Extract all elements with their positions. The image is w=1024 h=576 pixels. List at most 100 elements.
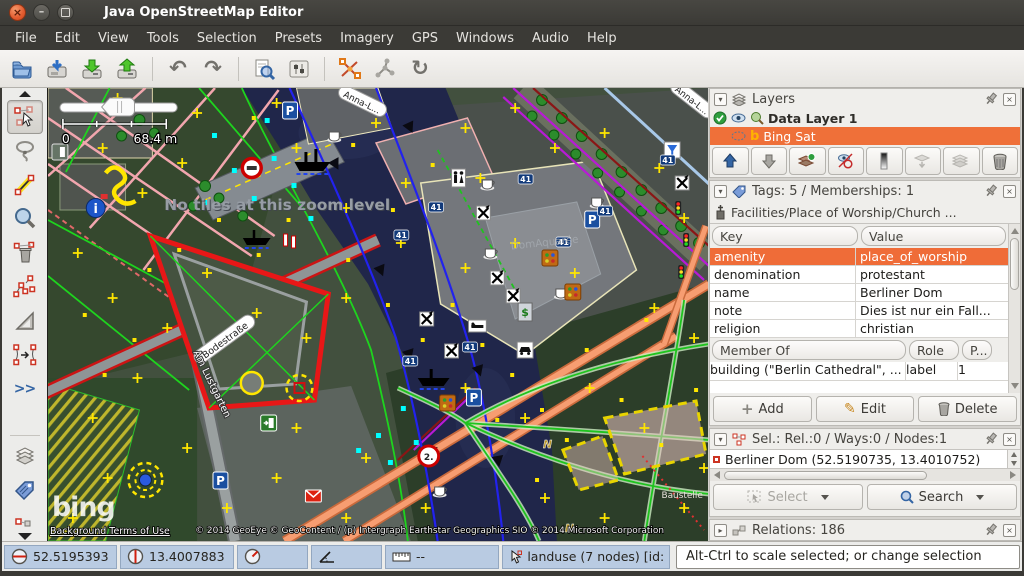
select-button[interactable]: Select	[713, 484, 863, 510]
open-file-icon[interactable]	[6, 53, 38, 85]
hidden-eye-icon[interactable]	[731, 130, 746, 142]
construction-label: Baustelle	[661, 491, 703, 501]
tool-select[interactable]	[7, 100, 43, 134]
download-icon[interactable]	[76, 53, 108, 85]
position-header[interactable]: P...	[962, 340, 992, 360]
menu-selection[interactable]: Selection	[188, 28, 266, 49]
tool-split-way[interactable]	[7, 270, 43, 304]
menu-audio[interactable]: Audio	[523, 28, 578, 49]
layer-row-data[interactable]: Data Layer 1	[710, 109, 1020, 127]
longitude-field: 13.4007883	[120, 545, 234, 569]
scroll-down-icon[interactable]	[18, 533, 32, 540]
add-tag-button[interactable]: Add	[713, 396, 812, 422]
tool-zoom[interactable]	[7, 202, 43, 236]
search-icon[interactable]	[248, 53, 280, 85]
tool-lasso[interactable]	[7, 134, 43, 168]
menu-file[interactable]: File	[6, 28, 46, 49]
split-way-icon[interactable]	[334, 53, 366, 85]
selection-list-item[interactable]: Berliner Dom (52.5190735, 13.4010752)	[710, 449, 1020, 468]
menu-presets[interactable]: Presets	[266, 28, 331, 49]
menu-help[interactable]: Help	[578, 28, 626, 49]
toggle-layers-panel[interactable]	[7, 439, 43, 473]
layer-merge-button[interactable]	[905, 147, 942, 175]
layer-up-button[interactable]	[712, 147, 749, 175]
layer-visibility-button[interactable]	[828, 147, 865, 175]
tag-row[interactable]: noteDies ist nur ein Fall...	[710, 302, 1008, 320]
layer-delete-button[interactable]	[982, 147, 1019, 175]
menu-gps[interactable]: GPS	[403, 28, 447, 49]
horizontal-scrollbar[interactable]	[710, 468, 1020, 481]
svg-text:No tiles at this zoom level: No tiles at this zoom level	[164, 196, 390, 214]
maximize-icon[interactable]	[57, 4, 74, 21]
svg-text:41: 41	[600, 207, 611, 216]
heading-icon	[244, 548, 261, 565]
menu-edit[interactable]: Edit	[46, 28, 89, 49]
layer-row-bing[interactable]: b Bing Sat	[710, 127, 1020, 145]
list-spinner[interactable]	[1007, 450, 1020, 468]
preferences-icon[interactable]	[283, 53, 315, 85]
tool-delete[interactable]	[7, 236, 43, 270]
undo-icon[interactable]	[162, 53, 194, 85]
no-entry-sign-icon	[242, 159, 261, 178]
titlebar[interactable]: Java OpenStreetMap Editor	[0, 0, 1024, 26]
tags-panel-title: Tags: 5 / Memberships: 1	[752, 184, 979, 199]
combine-way-icon[interactable]	[369, 53, 401, 85]
scroll-up-icon[interactable]	[19, 91, 31, 97]
edit-tag-button[interactable]: Edit	[816, 396, 915, 422]
map-canvas[interactable]: i 2. P P P P	[47, 88, 708, 541]
svg-text:68.4 m: 68.4 m	[133, 131, 177, 146]
menu-imagery[interactable]: Imagery	[331, 28, 403, 49]
preset-row[interactable]: Facilities/Place of Worship/Church ...	[710, 201, 1020, 223]
menu-windows[interactable]: Windows	[447, 28, 523, 49]
layer-name: Bing Sat	[763, 129, 815, 144]
tool-more[interactable]: >>	[7, 372, 43, 406]
pin-icon[interactable]	[984, 523, 998, 537]
minimize-icon[interactable]	[33, 4, 50, 21]
collapse-icon[interactable]: ▾	[714, 185, 727, 198]
close-panel-icon[interactable]: ×	[1003, 524, 1016, 537]
tag-row[interactable]: religionchristian	[710, 320, 1008, 338]
layer-duplicate-button[interactable]	[943, 147, 980, 175]
church-icon	[715, 205, 726, 220]
close-panel-icon[interactable]: ×	[1003, 185, 1016, 198]
upload-icon[interactable]	[111, 53, 143, 85]
close-panel-icon[interactable]: ×	[1003, 93, 1016, 106]
angle-field	[311, 545, 382, 569]
expand-icon[interactable]: ▸	[714, 524, 727, 537]
visible-eye-icon[interactable]	[731, 112, 746, 124]
pin-icon[interactable]	[984, 184, 998, 198]
toggle-tags-panel[interactable]	[7, 473, 43, 507]
hotel-icon	[468, 320, 486, 332]
tool-angle[interactable]	[7, 304, 43, 338]
delete-tag-button[interactable]: Delete	[918, 396, 1017, 422]
update-data-icon[interactable]	[41, 53, 73, 85]
layer-activate-button[interactable]	[789, 147, 826, 175]
layer-opacity-button[interactable]	[866, 147, 903, 175]
collapse-icon[interactable]: ▾	[714, 433, 727, 446]
membership-row[interactable]: building ("Berlin Cathedral", ... label …	[710, 362, 1008, 381]
pin-icon[interactable]	[984, 92, 998, 106]
value-column-header[interactable]: Value	[861, 226, 1006, 246]
layer-down-button[interactable]	[751, 147, 788, 175]
role-header[interactable]: Role	[909, 340, 959, 360]
key-column-header[interactable]: Key	[712, 226, 858, 246]
menu-view[interactable]: View	[89, 28, 138, 49]
refresh-icon[interactable]	[404, 53, 436, 85]
tool-merge-nodes[interactable]	[7, 338, 43, 372]
close-icon[interactable]	[9, 4, 26, 21]
member-of-header[interactable]: Member Of	[712, 340, 906, 360]
tag-row[interactable]: nameBerliner Dom	[710, 284, 1008, 302]
vertical-scrollbar[interactable]	[1008, 224, 1020, 393]
trash-icon	[938, 402, 950, 416]
redo-icon[interactable]	[197, 53, 229, 85]
collapse-icon[interactable]: ▾	[714, 93, 727, 106]
svg-text:P: P	[216, 474, 225, 488]
close-panel-icon[interactable]: ×	[1003, 433, 1016, 446]
menu-tools[interactable]: Tools	[138, 28, 188, 49]
search-button[interactable]: Search	[867, 484, 1017, 510]
pin-icon[interactable]	[984, 432, 998, 446]
tag-row[interactable]: denominationprotestant	[710, 266, 1008, 284]
tag-row[interactable]: amenityplace_of_worship	[710, 248, 1008, 266]
tool-draw-nodes[interactable]	[7, 168, 43, 202]
layer-name: Data Layer 1	[768, 111, 857, 126]
